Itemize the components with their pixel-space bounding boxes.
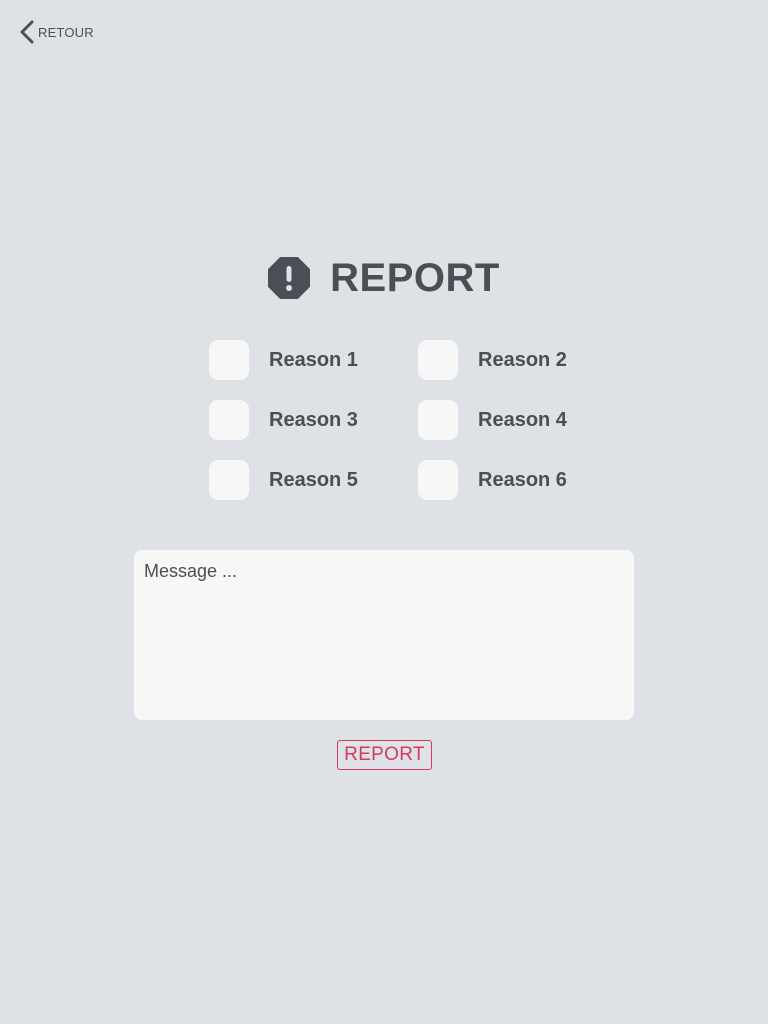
reason-label: Reason 3 — [269, 408, 358, 431]
alert-octagon-icon — [268, 257, 311, 299]
reason-label: Reason 6 — [478, 468, 567, 491]
reason-label: Reason 1 — [269, 348, 358, 371]
reason-option-6[interactable]: Reason 6 — [418, 460, 567, 500]
reason-checkbox[interactable] — [418, 340, 458, 380]
page-title-text: REPORT — [330, 255, 500, 300]
page-title: REPORT — [0, 256, 768, 300]
report-button[interactable]: REPORT — [337, 740, 432, 770]
reason-checkbox[interactable] — [209, 460, 249, 500]
reason-option-4[interactable]: Reason 4 — [418, 400, 567, 440]
reason-checkbox[interactable] — [209, 400, 249, 440]
back-label: RETOUR — [38, 24, 94, 40]
reason-checkbox[interactable] — [418, 460, 458, 500]
reason-option-3[interactable]: Reason 3 — [209, 400, 358, 440]
chevron-left-icon — [18, 20, 36, 44]
reason-label: Reason 2 — [478, 348, 567, 371]
back-link[interactable]: RETOUR — [18, 20, 94, 44]
reason-label: Reason 5 — [269, 468, 358, 491]
reason-option-2[interactable]: Reason 2 — [418, 340, 567, 380]
reason-label: Reason 4 — [478, 408, 567, 431]
reason-option-1[interactable]: Reason 1 — [209, 340, 358, 380]
reason-checkbox[interactable] — [418, 400, 458, 440]
reason-option-5[interactable]: Reason 5 — [209, 460, 358, 500]
message-input[interactable] — [134, 550, 634, 720]
reason-checkbox[interactable] — [209, 340, 249, 380]
